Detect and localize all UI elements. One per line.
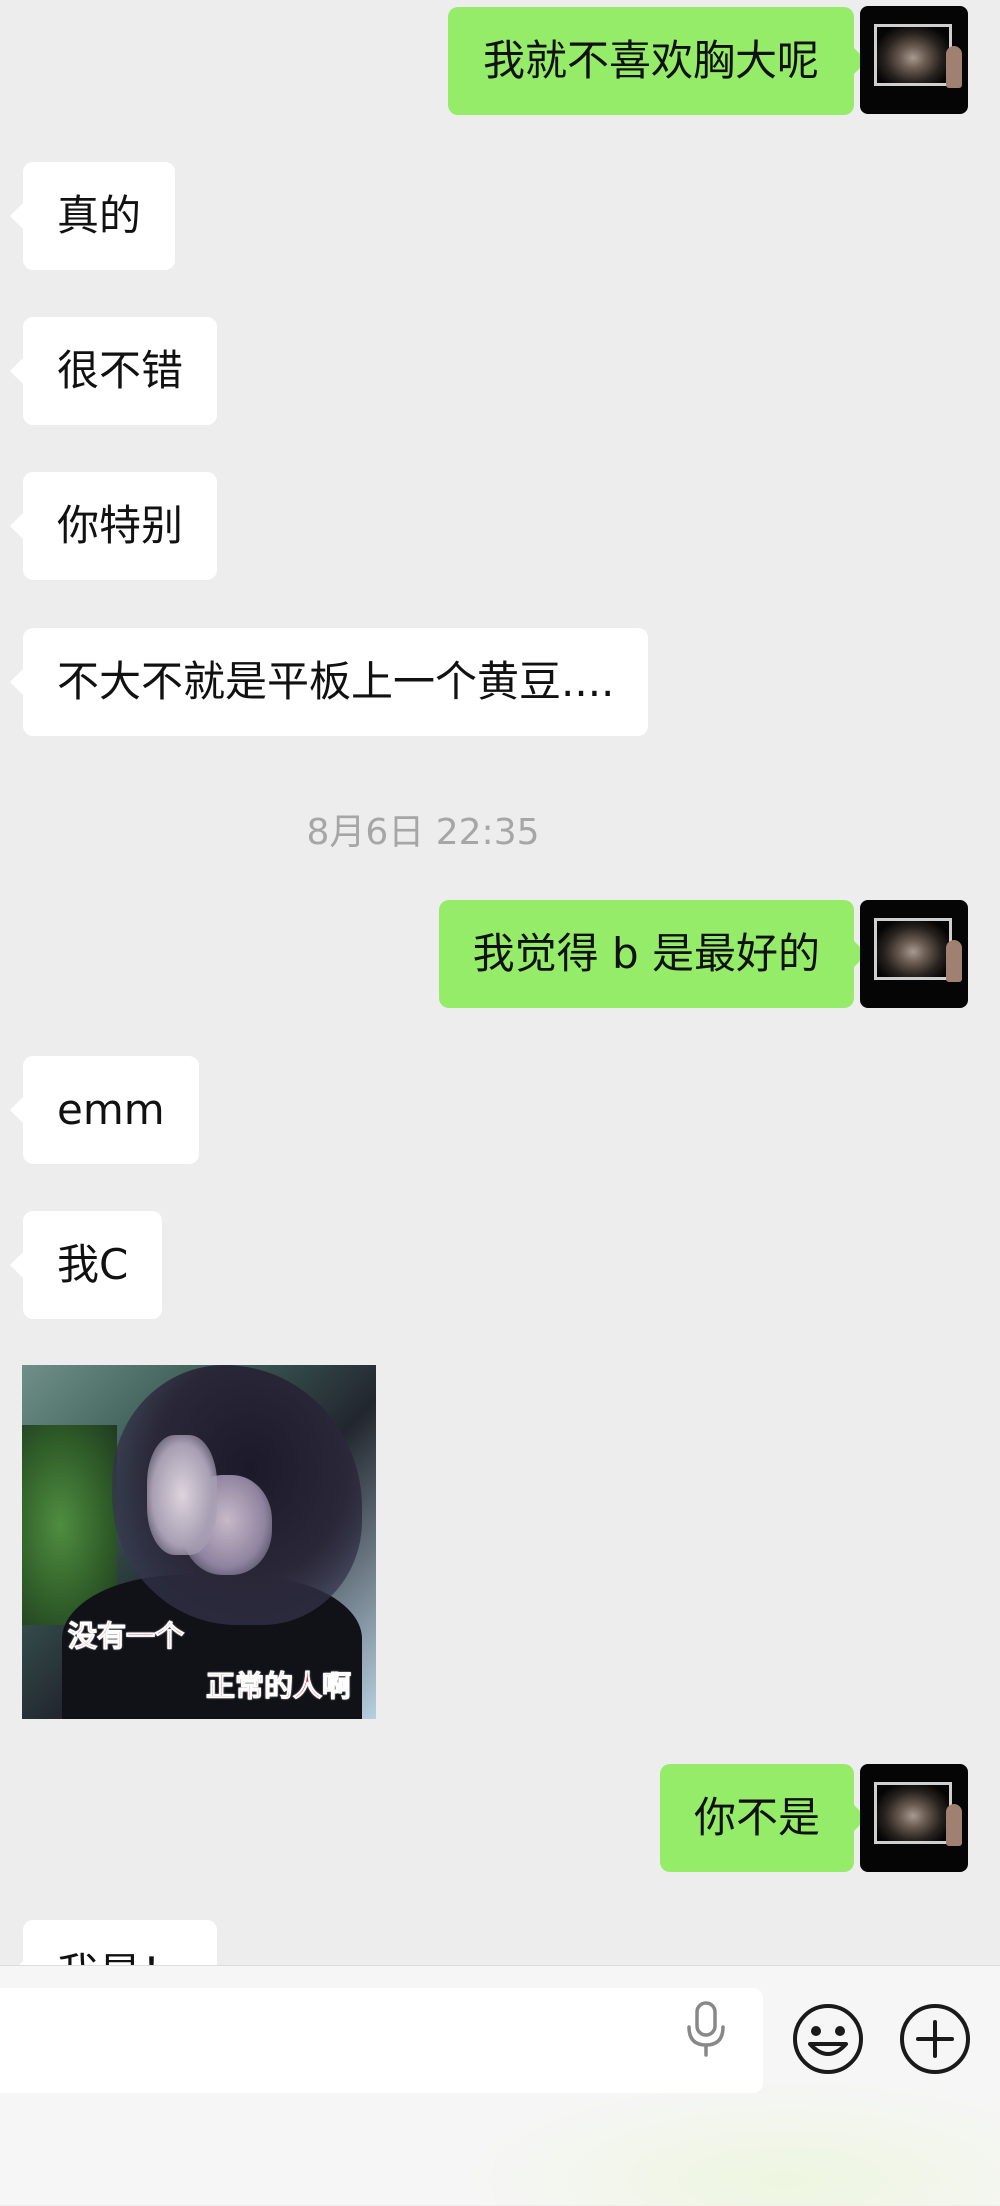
image-caption-line2: 正常的人啊 <box>205 1669 352 1704</box>
chat-view[interactable]: 我就不喜欢胸大呢 真的 很不错 你特别 不大不就是平板上一个黄豆.... 8月6… <box>0 0 1000 1965</box>
image-message[interactable]: 没有一个 正常的人啊 <box>22 1365 376 1719</box>
message-received: 真的 <box>9 162 176 270</box>
message-sent: 我就不喜欢胸大呢 <box>447 7 868 115</box>
message-sent: 你不是 <box>659 1764 868 1872</box>
message-bubble[interactable]: 真的 <box>9 162 176 270</box>
image-caption-line1: 没有一个 <box>67 1619 185 1654</box>
message-bubble[interactable]: 我觉得 b 是最好的 <box>438 900 868 1008</box>
input-bar <box>0 1965 1000 2206</box>
message-received: emm <box>10 1056 199 1164</box>
my-avatar[interactable] <box>860 900 968 1008</box>
message-bubble[interactable]: 不大不就是平板上一个黄豆.... <box>9 628 649 736</box>
message-received: 不大不就是平板上一个黄豆.... <box>9 628 649 736</box>
message-received: 很不错 <box>9 317 218 425</box>
message-bubble[interactable]: 我就不喜欢胸大呢 <box>447 7 868 115</box>
message-bubble[interactable]: 很不错 <box>9 317 218 425</box>
message-input[interactable] <box>0 1988 763 2093</box>
my-avatar[interactable] <box>860 6 968 114</box>
message-bubble[interactable]: emm <box>10 1056 199 1164</box>
message-bubble[interactable]: 我C <box>9 1211 163 1319</box>
emoji-icon[interactable] <box>791 2002 865 2076</box>
message-bubble[interactable]: 你特别 <box>9 472 218 580</box>
timestamp: 8月6日 22:35 <box>306 812 540 853</box>
message-received: 你特别 <box>9 472 218 580</box>
plus-icon[interactable] <box>898 2002 972 2076</box>
message-bubble[interactable]: 你不是 <box>659 1764 868 1872</box>
message-received: 我是！ <box>9 1920 218 1965</box>
message-sent: 我觉得 b 是最好的 <box>438 900 868 1008</box>
my-avatar[interactable] <box>860 1764 968 1872</box>
message-received: 我C <box>9 1211 163 1319</box>
message-bubble[interactable]: 我是！ <box>9 1920 218 1965</box>
microphone-icon[interactable] <box>684 2001 728 2057</box>
